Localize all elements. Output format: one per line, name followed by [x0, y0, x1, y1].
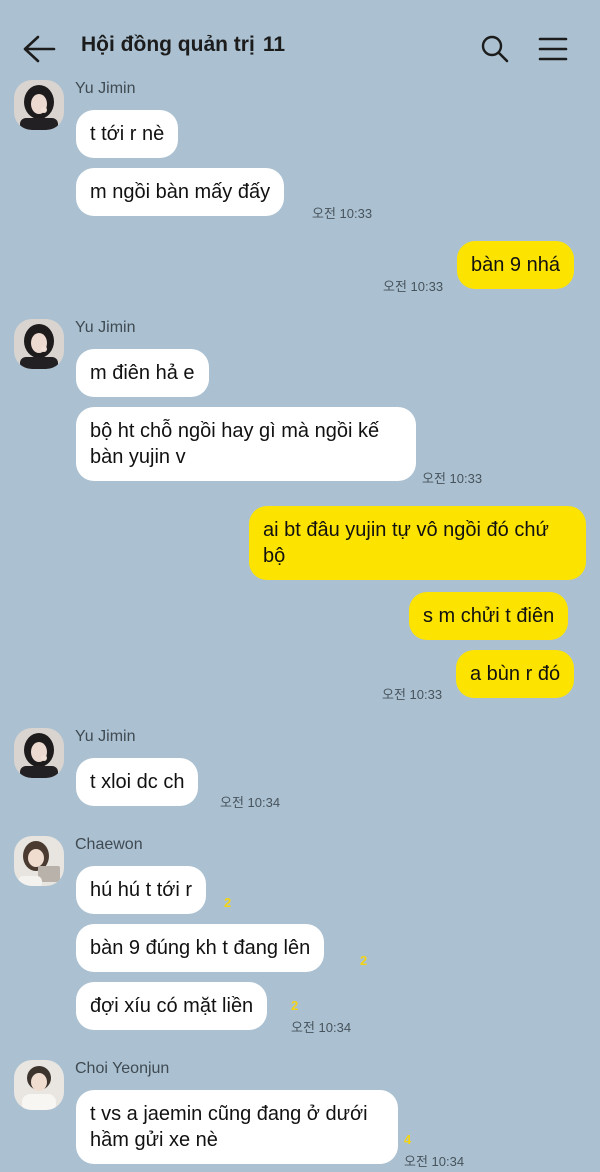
profile-photo-icon — [14, 1060, 64, 1110]
message-bubble[interactable]: bàn 9 đúng kh t đang lên — [76, 924, 325, 972]
timestamp: 오전 10:34 — [291, 1020, 352, 1035]
avatar-yu-jimin[interactable] — [14, 80, 64, 130]
timestamp: 오전 10:33 — [382, 687, 443, 702]
avatar-yu-jimin[interactable] — [14, 728, 64, 778]
message-bubble[interactable]: ai bt đâu yujin tự vô ngồi đó chứ bộ — [249, 506, 586, 580]
sender-name: Choi Yeonjun — [75, 1060, 170, 1077]
sender-name: Yu Jimin — [75, 80, 136, 97]
message-bubble[interactable]: s m chửi t điên — [409, 592, 569, 640]
profile-photo-icon — [14, 728, 64, 778]
profile-photo-icon — [14, 319, 64, 369]
unread-count: 2 — [224, 895, 232, 910]
timestamp: 오전 10:34 — [404, 1154, 465, 1169]
unread-count: 4 — [404, 1132, 412, 1147]
profile-photo-icon — [14, 836, 64, 886]
message-bubble[interactable]: m điên hả e — [76, 349, 209, 397]
avatar-choi-yeonjun[interactable] — [14, 1060, 64, 1110]
timestamp: 오전 10:33 — [312, 206, 373, 221]
message-bubble[interactable]: bộ ht chỗ ngồi hay gì mà ngồi kế bàn yuj… — [76, 407, 416, 481]
avatar-yu-jimin[interactable] — [14, 319, 64, 369]
message-bubble[interactable]: hú hú t tới r — [76, 866, 207, 914]
message-bubble[interactable]: bàn 9 nhá — [457, 241, 574, 289]
sender-name: Yu Jimin — [75, 319, 136, 336]
message-bubble[interactable]: t tới r nè — [76, 110, 179, 158]
timestamp: 오전 10:34 — [220, 795, 281, 810]
message-bubble[interactable]: đợi xíu có mặt liền — [76, 982, 268, 1030]
message-bubble[interactable]: a bùn r đó — [456, 650, 575, 698]
sender-name: Chaewon — [75, 836, 143, 853]
message-bubble[interactable]: t xloi dc ch — [76, 758, 199, 806]
timestamp: 오전 10:33 — [422, 471, 483, 486]
unread-count: 2 — [360, 953, 368, 968]
unread-count: 2 — [291, 998, 299, 1013]
profile-photo-icon — [14, 80, 64, 130]
message-list[interactable]: Yu Jimin t tới r nè m ngồi bàn mấy đấy 오… — [0, 0, 600, 1172]
message-bubble[interactable]: t vs a jaemin cũng đang ở dưới hầm gửi x… — [76, 1090, 398, 1164]
sender-name: Yu Jimin — [75, 728, 136, 745]
message-bubble[interactable]: m ngồi bàn mấy đấy — [76, 168, 285, 216]
timestamp: 오전 10:33 — [383, 279, 444, 294]
avatar-chaewon[interactable] — [14, 836, 64, 886]
